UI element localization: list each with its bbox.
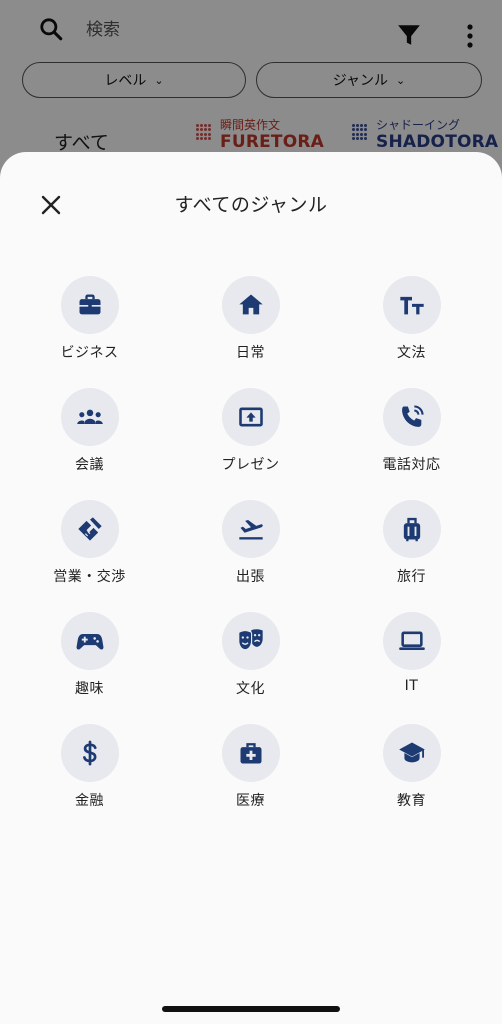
genre-label: 日常 (236, 345, 265, 361)
genre-label: ビジネス (60, 345, 119, 361)
medical-kit-icon (221, 724, 280, 782)
luggage-icon (382, 500, 441, 558)
genre-item[interactable]: 電話対応 (331, 388, 492, 479)
genre-item[interactable]: 文法 (331, 276, 492, 367)
genre-label: 教育 (397, 793, 426, 809)
genre-label: 旅行 (397, 569, 426, 585)
genre-item[interactable]: 営業・交渉 (9, 500, 170, 591)
theater-masks-icon (221, 612, 280, 670)
genre-label: 会議 (75, 457, 104, 473)
genre-item[interactable]: 医療 (170, 724, 331, 815)
group-icon (60, 388, 119, 446)
home-icon (221, 276, 280, 334)
genre-item[interactable]: プレゼン (170, 388, 331, 479)
genre-item[interactable]: ビジネス (9, 276, 170, 367)
graduation-cap-icon (382, 724, 441, 782)
genre-item[interactable]: 文化 (170, 612, 331, 703)
airplane-icon (221, 500, 280, 558)
genre-label: IT (404, 678, 419, 694)
genre-label: 文法 (397, 345, 426, 361)
laptop-icon (382, 612, 441, 670)
genre-item[interactable]: IT (331, 612, 492, 703)
text-size-icon (382, 276, 441, 334)
genre-item[interactable]: 金融 (9, 724, 170, 815)
genre-item[interactable]: 旅行 (331, 500, 492, 591)
genre-label: 営業・交渉 (53, 569, 126, 585)
genre-label: 金融 (75, 793, 104, 809)
gamepad-icon (60, 612, 119, 670)
genre-label: プレゼン (221, 457, 280, 473)
genre-label: 趣味 (75, 681, 104, 697)
genre-bottom-sheet: すべてのジャンル ビジネス 日常 文法 会議 プレゼン 電話対応 営業・交渉 出… (0, 152, 502, 1024)
genre-grid: ビジネス 日常 文法 会議 プレゼン 電話対応 営業・交渉 出張 旅行 趣味 文… (0, 276, 502, 815)
genre-label: 出張 (236, 569, 265, 585)
handshake-icon (60, 500, 119, 558)
home-indicator[interactable] (162, 1006, 340, 1012)
dollar-icon (60, 724, 119, 782)
genre-item[interactable]: 日常 (170, 276, 331, 367)
genre-label: 医療 (236, 793, 265, 809)
genre-item[interactable]: 趣味 (9, 612, 170, 703)
genre-item[interactable]: 出張 (170, 500, 331, 591)
phone-icon (382, 388, 441, 446)
briefcase-icon (60, 276, 119, 334)
genre-label: 文化 (236, 681, 265, 697)
genre-label: 電話対応 (382, 457, 441, 473)
sheet-title: すべてのジャンル (174, 194, 328, 216)
presentation-icon (221, 388, 280, 446)
genre-item[interactable]: 教育 (331, 724, 492, 815)
genre-item[interactable]: 会議 (9, 388, 170, 479)
